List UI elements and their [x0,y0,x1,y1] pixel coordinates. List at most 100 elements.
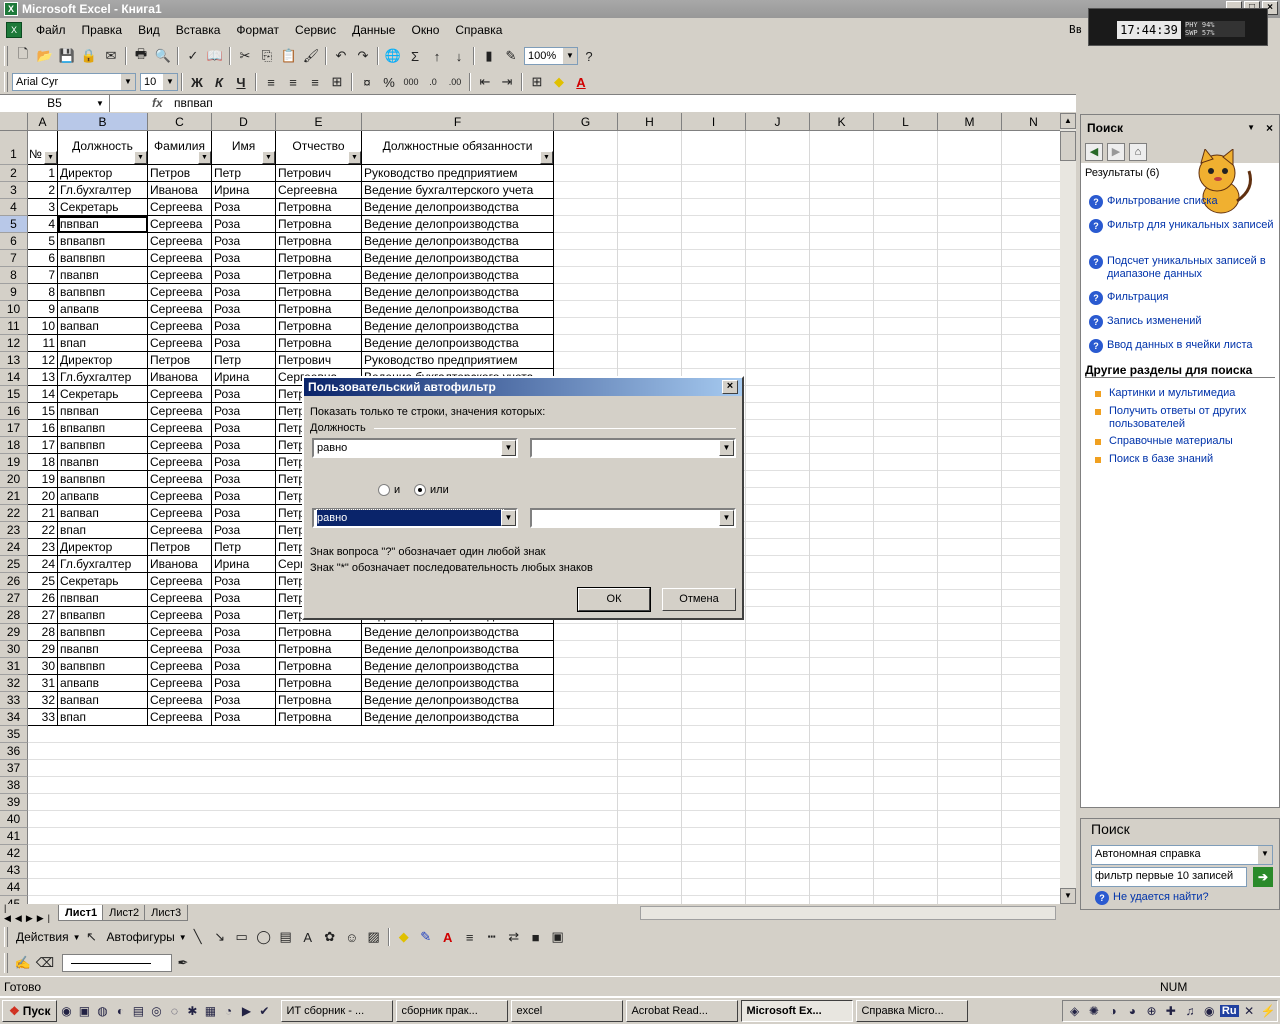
active-cell[interactable]: пвпвап [58,216,148,233]
quick-launch-icon[interactable]: ▣ [75,1002,93,1020]
table-cell[interactable]: Петровна [276,675,362,692]
other-link[interactable]: Справочные материалы [1095,435,1275,448]
toolbar-grip[interactable] [4,46,8,66]
table-cell[interactable]: Роза [212,658,276,675]
menu-insert[interactable]: Вставка [168,23,229,37]
column-header-h[interactable]: H [618,113,682,131]
quick-launch-icon[interactable]: ◎ [147,1002,165,1020]
table-cell[interactable]: 27 [28,607,58,624]
print-icon[interactable]: 🖶 [130,45,152,67]
table-cell[interactable]: Петрович [276,352,362,369]
pen-color-icon[interactable]: ✒ [172,952,194,974]
line-color-icon[interactable]: ✎ [415,926,437,948]
chevron-down-icon[interactable]: ▼ [163,74,177,90]
task-microsoft-excel[interactable]: Microsoft Ex... [741,1000,854,1022]
table-cell[interactable]: 19 [28,471,58,488]
diagram-icon[interactable]: ✿ [319,926,341,948]
tray-icon[interactable]: ♫ [1181,1002,1198,1020]
row-header[interactable]: 44 [0,879,28,896]
table-cell[interactable]: вапвпвп [58,250,148,267]
chevron-down-icon[interactable]: ▼ [73,933,81,942]
table-cell[interactable]: Ведение делопроизводства [362,641,554,658]
italic-button[interactable]: К [208,71,230,93]
scroll-thumb[interactable] [1060,131,1076,161]
table-cell[interactable]: Директор [58,165,148,182]
table-cell[interactable]: Петровна [276,641,362,658]
chevron-down-icon[interactable]: ▼ [501,440,516,456]
table-cell[interactable]: вапвап [58,692,148,709]
table-cell[interactable]: впап [58,335,148,352]
result-link[interactable]: ? Запись изменений [1089,315,1275,329]
table-cell[interactable]: вапвпвп [58,471,148,488]
table-cell[interactable]: 23 [28,539,58,556]
bold-button[interactable]: Ж [186,71,208,93]
table-cell[interactable]: Сергеева [148,233,212,250]
table-cell[interactable]: Ведение делопроизводства [362,267,554,284]
oval-icon[interactable]: ◯ [253,926,275,948]
select-pointer-icon[interactable]: ↖ [81,926,103,948]
column-header-a[interactable]: A [28,113,58,131]
menu-file[interactable]: Файл [28,23,74,37]
table-cell[interactable]: 11 [28,335,58,352]
table-cell[interactable]: Сергеева [148,420,212,437]
tab-sheet3[interactable]: Лист3 [144,905,189,921]
quick-launch-icon[interactable]: ◐ [111,1002,129,1020]
tray-icon[interactable]: ◈ [1066,1002,1083,1020]
chevron-down-icon[interactable]: ▼ [1258,846,1272,864]
copy-icon[interactable]: ⎘ [256,45,278,67]
textbox-icon[interactable]: ▤ [275,926,297,948]
table-cell[interactable]: Ведение делопроизводства [362,301,554,318]
table-cell[interactable]: Петр [212,539,276,556]
task-acrobat[interactable]: Acrobat Read... [626,1000,739,1022]
table-cell[interactable]: вапвпвп [58,437,148,454]
table-cell[interactable]: Сергеевна [276,182,362,199]
drawing-icon[interactable]: ✎ [500,45,522,67]
picture-icon[interactable]: ▨ [363,926,385,948]
autosum-icon[interactable]: Σ [404,45,426,67]
dash-style-icon[interactable]: ┅ [481,926,503,948]
table-cell[interactable]: впап [58,522,148,539]
table-cell[interactable]: 15 [28,403,58,420]
table-cell[interactable]: Петровна [276,658,362,675]
actions-menu[interactable]: Действия [12,930,73,944]
column-header-g[interactable]: G [554,113,618,131]
condition2-operator[interactable]: равно ▼ [312,508,518,528]
row-header[interactable]: 22 [0,505,28,522]
table-cell[interactable]: 32 [28,692,58,709]
table-cell[interactable]: Петровна [276,284,362,301]
table-cell[interactable]: Секретарь [58,199,148,216]
table-cell[interactable]: апвапв [58,488,148,505]
table-cell[interactable]: Роза [212,709,276,726]
table-cell[interactable]: Роза [212,318,276,335]
tray-icon[interactable]: ⚡ [1260,1002,1277,1020]
column-header-n[interactable]: N [1002,113,1060,131]
toolbar-grip[interactable] [4,72,8,92]
autofilter-dropdown-icon[interactable]: ▼ [134,151,147,164]
table-cell[interactable]: Сергеева [148,624,212,641]
result-link[interactable]: ? Фильтрование списка [1089,195,1275,209]
table-cell[interactable]: Иванова [148,182,212,199]
close-icon[interactable]: × [1266,115,1273,141]
table-cell[interactable]: Гл.бухгалтер [58,556,148,573]
toolbar-grip[interactable] [4,927,8,947]
table-cell[interactable]: Петровна [276,692,362,709]
row-header[interactable]: 42 [0,845,28,862]
tray-icon[interactable]: ✺ [1085,1002,1102,1020]
align-right-icon[interactable]: ≡ [304,71,326,93]
tray-icon[interactable]: ✕ [1241,1002,1258,1020]
underline-button[interactable]: Ч [230,71,252,93]
table-cell[interactable]: 16 [28,420,58,437]
chevron-down-icon[interactable]: ▼ [1247,115,1255,141]
table-cell[interactable]: Сергеева [148,522,212,539]
table-cell[interactable]: Петровна [276,250,362,267]
row-header[interactable]: 23 [0,522,28,539]
table-cell[interactable]: Петров [148,165,212,182]
table-cell[interactable]: 17 [28,437,58,454]
result-link[interactable]: ? Подсчет уникальных записей в диапазоне … [1089,255,1275,281]
search-input[interactable]: фильтр первые 10 записей [1091,867,1247,887]
arrow-icon[interactable]: ↘ [209,926,231,948]
table-cell[interactable]: Сергеева [148,471,212,488]
table-cell[interactable]: Роза [212,199,276,216]
table-cell[interactable]: 13 [28,369,58,386]
row-header[interactable]: 27 [0,590,28,607]
